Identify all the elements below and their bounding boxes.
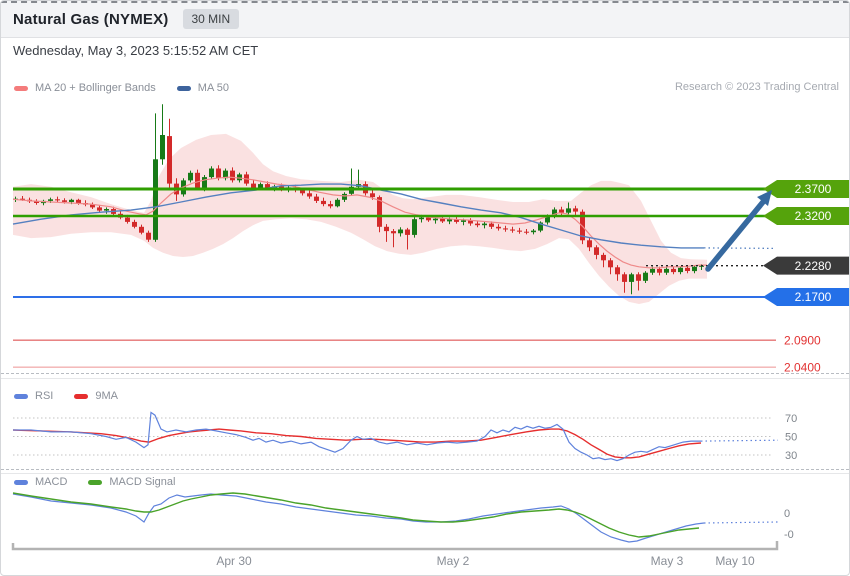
price-tag-2.3200 bbox=[763, 207, 849, 225]
macd-legend: MACD MACD Signal bbox=[14, 476, 189, 488]
x-axis-line bbox=[11, 541, 779, 551]
main-chart-legend: MA 20 + Bollinger Bands MA 50 bbox=[14, 82, 243, 94]
macd-value-label: -0 bbox=[784, 529, 794, 541]
rsi-9ma-legend-label: 9MA bbox=[95, 390, 118, 402]
macd-signal-swatch bbox=[88, 479, 103, 485]
macd-projection-dotted bbox=[703, 521, 779, 524]
ma50-line bbox=[12, 183, 704, 249]
rsi-projection-dotted bbox=[700, 439, 779, 442]
main-rsi-divider[interactable] bbox=[1, 378, 849, 379]
ma20-bollinger-legend-label: MA 20 + Bollinger Bands bbox=[35, 82, 156, 94]
forecast-arrow bbox=[705, 199, 766, 272]
ma20-bollinger-swatch bbox=[14, 85, 28, 91]
research-credit: Research © 2023 Trading Central bbox=[674, 81, 839, 93]
rsi-macd-divider-dashed[interactable] bbox=[1, 469, 849, 470]
macd-legend-label: MACD bbox=[35, 476, 68, 488]
ma50-projection-dotted bbox=[703, 247, 777, 250]
forecast-arrow-head bbox=[757, 190, 772, 206]
price-level-label: 2.0900 bbox=[784, 333, 821, 347]
ma50-swatch bbox=[176, 85, 191, 91]
price-tag-label: 2.3200 bbox=[795, 209, 832, 223]
rsi-9ma-swatch bbox=[74, 393, 89, 399]
candlesticks bbox=[13, 104, 704, 295]
macd-value-label: 0 bbox=[784, 508, 790, 520]
top-dashed-border bbox=[1, 1, 849, 3]
macd-line bbox=[12, 493, 705, 543]
9ma-line bbox=[12, 428, 702, 459]
x-axis-label: May 3 bbox=[651, 554, 684, 568]
header-bar: Natural Gas (NYMEX) 30 MIN bbox=[1, 1, 849, 38]
rsi-legend-label: RSI bbox=[35, 390, 54, 402]
ma20-line bbox=[12, 176, 707, 269]
price-tag-label: 2.2280 bbox=[795, 259, 832, 273]
price-tag-label: 2.1700 bbox=[795, 290, 832, 304]
price-tag-2.1700 bbox=[763, 288, 849, 306]
ma50-legend-label: MA 50 bbox=[197, 82, 229, 94]
rsi-grid-label: 50 bbox=[785, 432, 797, 444]
rsi-swatch bbox=[14, 393, 28, 399]
date-line: Wednesday, May 3, 2023 5:15:52 AM CET bbox=[13, 43, 259, 58]
macd-signal-line bbox=[12, 492, 700, 538]
x-axis-label: Apr 30 bbox=[216, 554, 252, 568]
x-axis-label: May 10 bbox=[715, 554, 755, 568]
timeframe-badge: 30 MIN bbox=[182, 9, 240, 29]
rsi-macd-divider[interactable] bbox=[1, 473, 849, 474]
macd-swatch bbox=[14, 479, 28, 485]
chart-widget: Natural Gas (NYMEX) 30 MIN Wednesday, Ma… bbox=[0, 0, 850, 576]
page-title: Natural Gas (NYMEX) bbox=[13, 10, 169, 28]
rsi-grid-label: 70 bbox=[785, 413, 797, 425]
price-tag-2.3700 bbox=[763, 180, 849, 198]
bollinger-band-fill bbox=[13, 133, 707, 304]
rsi-line bbox=[13, 411, 701, 462]
rsi-grid-label: 30 bbox=[785, 450, 797, 462]
rsi-legend: RSI 9MA bbox=[14, 390, 132, 402]
price-tag-label: 2.3700 bbox=[795, 182, 832, 196]
x-axis-label: May 2 bbox=[437, 554, 470, 568]
macd-signal-legend-label: MACD Signal bbox=[109, 476, 176, 488]
main-rsi-divider-dashed[interactable] bbox=[1, 373, 849, 374]
price-tag-2.2280 bbox=[763, 256, 849, 275]
